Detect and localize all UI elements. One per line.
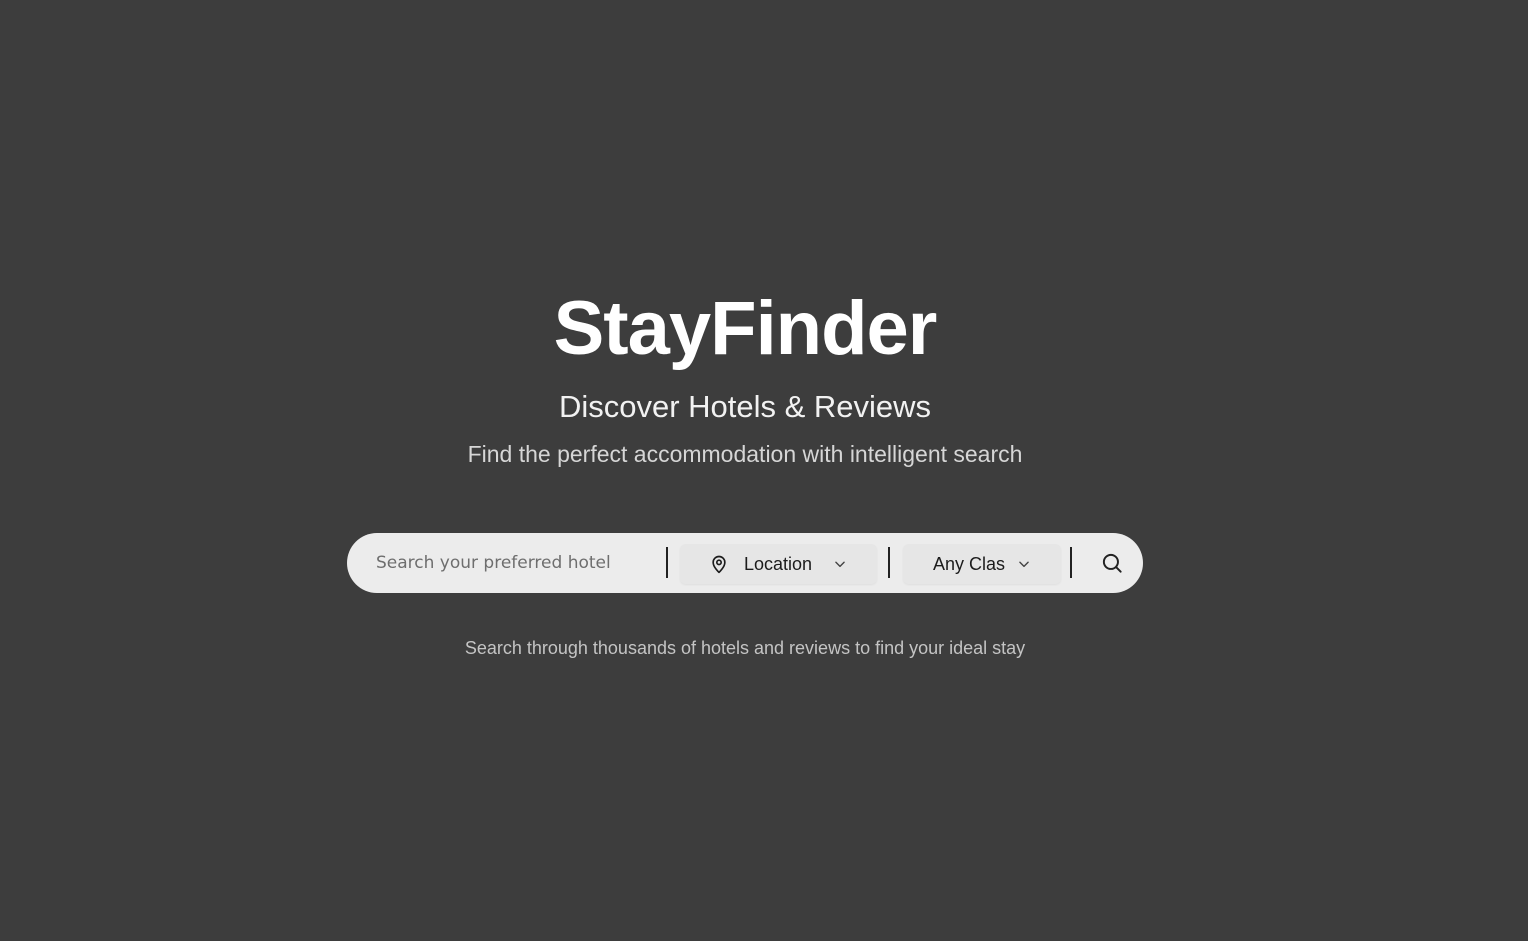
page-subtitle: Discover Hotels & Reviews: [558, 389, 932, 424]
chevron-down-icon: [835, 561, 845, 568]
chevron-down-icon: [1019, 561, 1029, 568]
page-tagline: Find the perfect accommodation with inte…: [467, 441, 1023, 467]
search-icon[interactable]: [1099, 550, 1125, 576]
search-divider: [666, 547, 668, 578]
map-pin-icon: [712, 555, 726, 574]
page-title: StayFinder: [553, 286, 938, 371]
location-dropdown[interactable]: Location: [680, 544, 877, 584]
location-dropdown-label: Location: [744, 554, 813, 574]
page: StayFinder Discover Hotels & Reviews Fin…: [0, 0, 1528, 941]
helper-text: Search through thousands of hotels and r…: [464, 638, 1026, 658]
search-divider: [888, 547, 890, 578]
hotel-search-input[interactable]: [376, 547, 656, 579]
hotel-class-dropdown-label: Any Clas: [933, 554, 1006, 574]
search-divider: [1070, 547, 1072, 578]
search-bar: Location Any Clas: [347, 533, 1143, 593]
hotel-class-dropdown[interactable]: Any Clas: [903, 544, 1061, 584]
